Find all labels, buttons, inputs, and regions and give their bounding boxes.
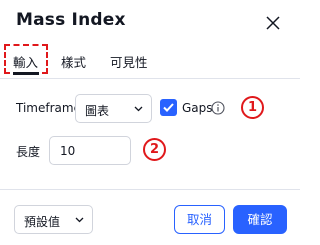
defaults-dropdown[interactable]: 預設值 — [14, 205, 93, 234]
length-label: 長度 — [16, 145, 41, 159]
tab-visibility[interactable]: 可見性 — [110, 52, 148, 71]
chevron-down-icon — [134, 106, 143, 112]
cancel-button[interactable]: 取消 — [174, 205, 225, 234]
timeframe-select[interactable]: 圖表 — [75, 94, 152, 123]
timeframe-label: Timeframe — [16, 101, 81, 115]
tab-inputs[interactable]: 輸入 — [13, 52, 38, 71]
chevron-down-icon — [75, 217, 84, 223]
tab-bar: 輸入 樣式 可見性 — [0, 44, 300, 78]
length-value: 10 — [60, 144, 76, 158]
tab-style[interactable]: 樣式 — [61, 52, 86, 71]
gaps-label: Gaps — [182, 101, 213, 115]
timeframe-value: 圖表 — [85, 104, 110, 118]
gaps-checkbox[interactable] — [160, 99, 177, 116]
annotation-marker-1: 1 — [241, 96, 264, 119]
info-icon[interactable] — [211, 100, 225, 115]
length-input[interactable]: 10 — [49, 136, 131, 165]
annotation-marker-2: 2 — [143, 138, 166, 161]
check-icon — [163, 103, 174, 112]
dialog-title: Mass Index — [16, 10, 126, 30]
close-icon[interactable] — [264, 14, 282, 32]
ok-button[interactable]: 確認 — [233, 205, 287, 234]
indicator-settings-dialog: Mass Index 輸入 樣式 可見性 Timeframe 圖表 Gaps 1 — [0, 0, 300, 245]
active-tab-indicator — [13, 72, 39, 75]
footer-divider — [0, 189, 300, 190]
defaults-label: 預設值 — [24, 215, 61, 229]
header-divider — [0, 78, 300, 79]
